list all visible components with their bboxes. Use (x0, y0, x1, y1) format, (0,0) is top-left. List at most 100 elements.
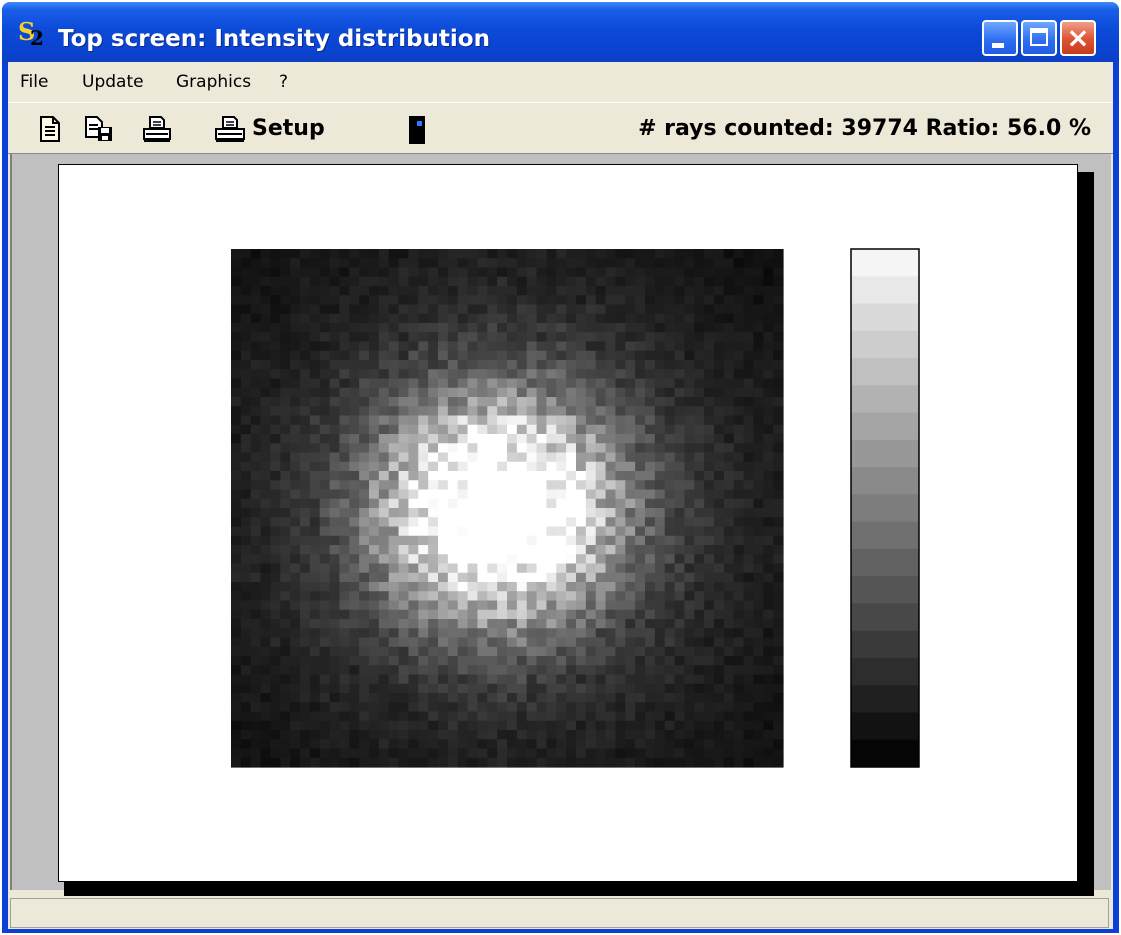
intensity-cell (388, 369, 400, 380)
intensity-cell (733, 304, 745, 315)
intensity-cell (664, 526, 676, 537)
intensity-cell (240, 258, 252, 269)
intensity-cell (260, 665, 272, 676)
intensity-cell (536, 471, 548, 481)
menu-file[interactable]: File (20, 72, 48, 92)
intensity-cell (615, 600, 626, 611)
intensity-cell (605, 406, 617, 417)
print-icon[interactable] (142, 115, 172, 143)
s2-app-icon[interactable]: S 2 (18, 18, 44, 51)
intensity-cell (260, 628, 272, 639)
intensity-cell (585, 600, 597, 611)
intensity-cell (536, 656, 548, 666)
intensity-cell (378, 554, 390, 565)
intensity-cell (418, 267, 429, 278)
menu-update[interactable]: Update (82, 72, 144, 92)
intensity-cell (763, 757, 774, 768)
intensity-cell (625, 323, 636, 333)
intensity-cell (418, 572, 429, 583)
minimize-button[interactable] (982, 20, 1018, 56)
intensity-cell (349, 360, 360, 370)
close-button[interactable]: × (1060, 20, 1096, 56)
intensity-cell (714, 554, 725, 565)
intensity-cell (408, 313, 419, 324)
intensity-cell (714, 480, 725, 491)
intensity-cell (585, 526, 597, 537)
title-bar[interactable]: S 2 Top screen: Intensity distribution × (2, 2, 1119, 62)
save-document-icon[interactable] (84, 115, 114, 143)
new-document-icon[interactable] (38, 115, 62, 143)
intensity-cell (467, 526, 479, 537)
intensity-cell (753, 591, 764, 602)
intensity-cell (418, 341, 429, 352)
intensity-cell (349, 683, 360, 694)
colorscale-level (851, 439, 919, 468)
intensity-cell (536, 628, 548, 639)
intensity-cell (566, 748, 577, 759)
intensity-cell (536, 480, 548, 491)
exit-door-icon[interactable] (408, 115, 426, 144)
intensity-cell (566, 554, 577, 565)
menu-help[interactable]: ? (279, 72, 288, 92)
colorscale-level (851, 657, 919, 686)
intensity-cell (477, 295, 488, 306)
intensity-cell (349, 720, 360, 731)
intensity-cell (378, 276, 390, 287)
intensity-cell (250, 434, 262, 444)
intensity-cell (635, 609, 646, 620)
intensity-cell (250, 249, 262, 259)
intensity-cell (664, 267, 676, 278)
intensity-cell (349, 739, 360, 750)
intensity-cell (497, 443, 508, 454)
intensity-cell (398, 628, 410, 639)
intensity-cell (546, 323, 557, 333)
intensity-cell (704, 748, 715, 759)
intensity-cell (270, 637, 281, 648)
intensity-cell (231, 609, 242, 620)
intensity-cell (516, 711, 528, 722)
intensity-cell (645, 535, 656, 546)
intensity-cell (487, 415, 498, 426)
menu-graphics[interactable]: Graphics (176, 72, 251, 92)
intensity-cell (526, 397, 538, 407)
intensity-cell (457, 286, 469, 296)
intensity-cell (319, 304, 331, 315)
intensity-cell (300, 757, 311, 768)
intensity-cell (645, 517, 656, 528)
printer-setup-icon[interactable] (214, 115, 246, 143)
intensity-cell (428, 526, 439, 537)
intensity-cell (753, 748, 764, 759)
intensity-cell (428, 360, 439, 370)
intensity-cell (674, 591, 686, 602)
intensity-cell (339, 276, 350, 287)
intensity-cell (260, 387, 272, 398)
intensity-cell (704, 406, 715, 417)
intensity-cell (487, 276, 498, 287)
intensity-cell (319, 434, 331, 444)
intensity-cell (418, 415, 429, 426)
intensity-cell (300, 452, 311, 463)
intensity-cell (645, 656, 656, 666)
intensity-cell (536, 434, 548, 444)
intensity-cell (487, 489, 498, 500)
intensity-cell (576, 267, 587, 278)
maximize-button[interactable] (1021, 20, 1057, 56)
intensity-cell (250, 424, 262, 435)
intensity-cell (605, 471, 617, 481)
colorscale-level (851, 249, 919, 277)
intensity-cell (556, 600, 567, 611)
intensity-cell (625, 619, 636, 629)
colorscale-level (851, 739, 919, 768)
intensity-cell (753, 471, 764, 481)
intensity-cell (645, 286, 656, 296)
intensity-cell (556, 693, 567, 703)
intensity-cell (645, 619, 656, 629)
intensity-cell (231, 406, 242, 417)
intensity-cell (605, 582, 617, 592)
intensity-cell (576, 674, 587, 685)
printer-setup-button[interactable]: Setup (252, 116, 325, 141)
intensity-cell (546, 341, 557, 352)
intensity-cell (536, 711, 548, 722)
intensity-cell (369, 397, 380, 407)
intensity-cell (605, 313, 617, 324)
